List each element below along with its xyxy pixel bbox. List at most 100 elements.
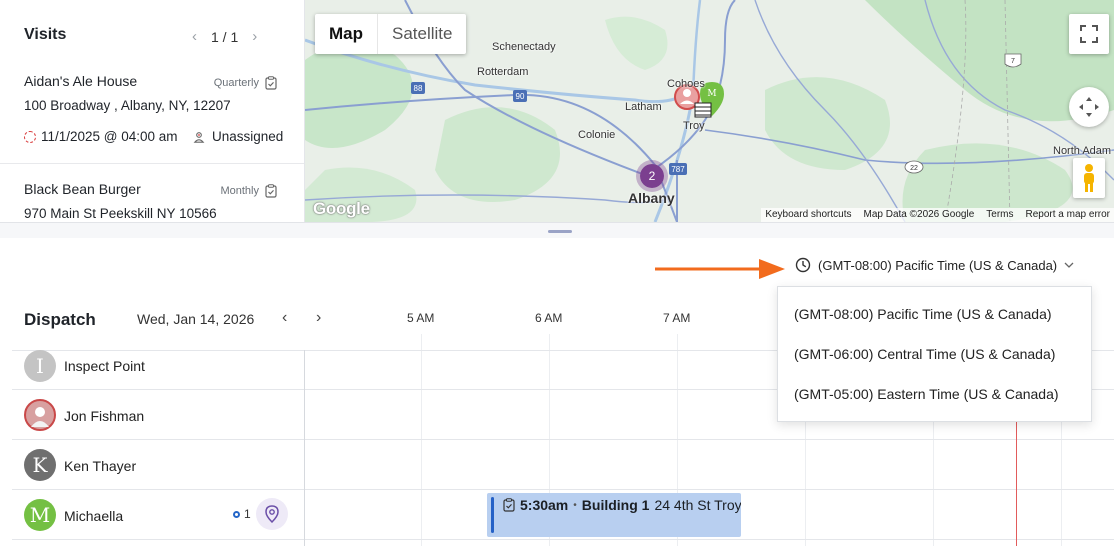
person-icon <box>193 131 205 143</box>
map-type-map-button[interactable]: Map <box>315 14 377 54</box>
svg-text:7: 7 <box>1011 58 1015 65</box>
route-shield-7: 7 <box>1004 53 1022 68</box>
route-shield-90: 90 <box>513 90 527 102</box>
map-pin-icon <box>265 505 279 523</box>
timezone-select[interactable]: (GMT-08:00) Pacific Time (US & Canada) <box>795 257 1074 273</box>
visit-address: 970 Main St Peekskill NY 10566 <box>24 206 217 221</box>
timezone-selected: (GMT-08:00) Pacific Time (US & Canada) <box>818 257 1058 273</box>
prev-day-button[interactable]: ‹ <box>282 309 287 327</box>
visit-when: 11/1/2025 @ 04:00 am <box>24 129 178 144</box>
svg-text:22: 22 <box>910 165 918 172</box>
tech-row: K Ken Thayer <box>12 440 1114 490</box>
timezone-option-pacific[interactable]: (GMT-08:00) Pacific Time (US & Canada) <box>794 306 1052 322</box>
place-label: Latham <box>625 101 662 113</box>
place-label: Albany <box>628 190 675 206</box>
tech-name[interactable]: Ken Thayer <box>64 458 136 474</box>
next-day-button[interactable]: › <box>316 309 321 327</box>
visit-name: Black Bean Burger <box>24 181 141 197</box>
street-view-pegman[interactable] <box>1073 158 1105 198</box>
map-type-satellite-button[interactable]: Satellite <box>377 14 466 54</box>
visit-name: Aidan's Ale House <box>24 73 138 89</box>
map-cluster-marker[interactable]: 2 <box>636 160 668 192</box>
route-shield-22: 22 <box>904 160 924 174</box>
job-address: 24 4th St Troy <box>654 497 741 513</box>
pegman-icon <box>1084 164 1094 192</box>
assignee-label: Unassigned <box>212 129 284 144</box>
keyboard-shortcuts-link[interactable]: Keyboard shortcuts <box>765 208 851 222</box>
hour-label: 6 AM <box>535 311 563 325</box>
timezone-option-eastern[interactable]: (GMT-05:00) Eastern Time (US & Canada) <box>794 386 1059 402</box>
tech-name[interactable]: Inspect Point <box>64 358 145 374</box>
hour-label: 5 AM <box>407 311 435 325</box>
visit-count-badge: 1 <box>233 507 251 521</box>
map-view[interactable]: 88 90 787 22 7 M Schenectady Rotterdam L… <box>305 0 1114 222</box>
terms-link[interactable]: Terms <box>986 208 1013 222</box>
map-footer: Keyboard shortcuts Map Data ©2026 Google… <box>761 208 1114 222</box>
camera-control-button[interactable] <box>1069 87 1109 127</box>
svg-text:M: M <box>707 89 716 99</box>
avatar: I <box>24 350 56 382</box>
clipboard-check-icon <box>503 498 515 512</box>
pager-count: 1 / 1 <box>211 28 239 45</box>
job-building: Building 1 <box>581 497 650 513</box>
chevron-right-icon[interactable]: › <box>252 28 257 45</box>
current-time-line <box>1016 420 1017 546</box>
place-label: Schenectady <box>492 41 556 53</box>
timezone-dropdown: (GMT-08:00) Pacific Time (US & Canada) (… <box>777 286 1092 422</box>
drag-handle[interactable] <box>548 230 572 233</box>
chevron-left-icon: ‹ <box>282 309 288 326</box>
tech-name[interactable]: Michaella <box>64 508 123 524</box>
job-separator: • <box>573 499 577 511</box>
place-label: Cohoes <box>667 78 705 90</box>
map-data-credit: Map Data ©2026 Google <box>863 209 975 220</box>
panel-splitter[interactable] <box>0 222 1114 238</box>
visit-item[interactable]: Aidan's Ale House Quarterly 100 Broadway… <box>0 70 304 164</box>
move-arrows-icon <box>1079 97 1099 117</box>
locate-tech-button[interactable] <box>256 498 288 530</box>
svg-text:88: 88 <box>414 84 423 93</box>
report-error-link[interactable]: Report a map error <box>1026 208 1110 222</box>
svg-text:787: 787 <box>671 165 685 174</box>
dispatch-title: Dispatch <box>24 310 96 329</box>
svg-text:90: 90 <box>516 92 525 101</box>
tech-column-divider <box>304 350 305 546</box>
google-logo: Google <box>313 199 370 218</box>
route-shield-88: 88 <box>411 82 425 94</box>
place-label: Troy <box>683 120 705 132</box>
job-time: 5:30am <box>520 497 569 513</box>
job-card[interactable]: 5:30am • Building 1 24 4th St Troy <box>487 493 741 537</box>
clipboard-check-icon <box>265 76 277 90</box>
hour-label: 7 AM <box>663 311 691 325</box>
place-label: Rotterdam <box>477 66 529 78</box>
frequency-label: Monthly <box>220 185 259 197</box>
visits-title: Visits <box>24 26 67 43</box>
tech-name[interactable]: Jon Fishman <box>64 408 144 424</box>
map-marker-building <box>694 102 712 118</box>
fullscreen-icon <box>1080 25 1098 43</box>
avatar: K <box>24 449 56 481</box>
timezone-option-central[interactable]: (GMT-06:00) Central Time (US & Canada) <box>794 346 1055 362</box>
visits-panel: Visits ‹ 1 / 1 › Aidan's Ale House Quart… <box>0 0 305 222</box>
avatar-photo <box>24 399 56 431</box>
visit-frequency: Quarterly <box>214 76 277 90</box>
clipboard-check-icon <box>265 184 277 198</box>
job-accent-bar <box>491 497 494 533</box>
visit-datetime: 11/1/2025 @ 04:00 am <box>41 129 178 144</box>
chevron-left-icon[interactable]: ‹ <box>192 28 197 45</box>
visit-assignee: Unassigned <box>193 129 283 144</box>
pending-status-icon <box>24 130 36 143</box>
fullscreen-button[interactable] <box>1069 14 1109 54</box>
clock-icon <box>795 257 811 273</box>
route-shield-787: 787 <box>669 163 687 175</box>
place-label: North Adam <box>1053 145 1112 157</box>
frequency-label: Quarterly <box>213 77 259 89</box>
map-type-control: Map Satellite <box>315 14 467 54</box>
place-label: Colonie <box>578 129 616 141</box>
visits-pager: ‹ 1 / 1 › <box>192 28 257 45</box>
dispatch-date: Wed, Jan 14, 2026 <box>137 311 255 327</box>
person-photo-icon <box>31 407 49 427</box>
job-content: 5:30am • Building 1 24 4th St Troy <box>503 497 741 513</box>
visit-frequency: Monthly <box>220 184 277 198</box>
chevron-right-icon: › <box>316 309 322 326</box>
arrow-annotation-icon <box>655 259 785 279</box>
